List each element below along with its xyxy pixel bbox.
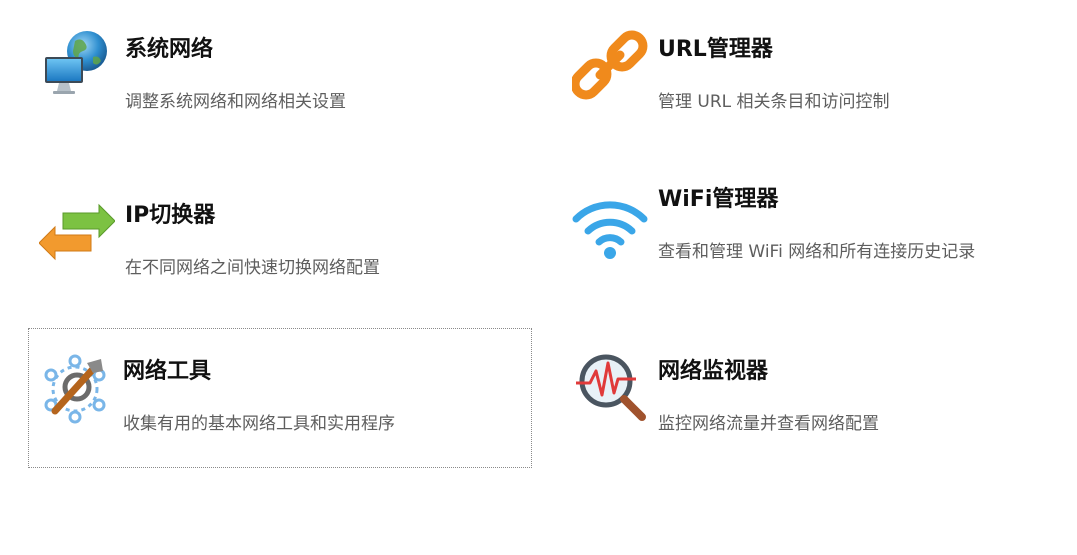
tile-title: 网络监视器 — [658, 359, 769, 384]
network-tools-icon — [37, 349, 113, 425]
wifi-icon — [572, 191, 648, 267]
tile-system-network[interactable]: 系统网络 调整系统网络和网络相关设置 — [30, 6, 534, 146]
tile-network-monitor[interactable]: 网络监视器 监控网络流量并查看网络配置 — [563, 328, 1067, 468]
tile-description: 管理 URL 相关条目和访问控制 — [658, 92, 890, 112]
network-tools-grid: 系统网络 调整系统网络和网络相关设置 URL管理器 管理 URL 相关条目和访问… — [0, 0, 1077, 555]
tile-description: 收集有用的基本网络工具和实用程序 — [123, 414, 395, 434]
tile-description: 调整系统网络和网络相关设置 — [125, 92, 346, 112]
tile-title: 系统网络 — [125, 37, 214, 62]
tile-title: URL管理器 — [658, 37, 773, 62]
globe-monitor-icon — [39, 27, 115, 103]
chain-link-icon — [572, 27, 648, 103]
tile-wifi-manager[interactable]: WiFi管理器 查看和管理 WiFi 网络和所有连接历史记录 — [563, 156, 1067, 296]
monitor-magnifier-icon — [572, 349, 648, 425]
tile-ip-switcher[interactable]: IP切换器 在不同网络之间快速切换网络配置 — [30, 172, 534, 312]
tile-description: 查看和管理 WiFi 网络和所有连接历史记录 — [658, 242, 976, 262]
tile-description: 在不同网络之间快速切换网络配置 — [125, 258, 380, 278]
tile-description: 监控网络流量并查看网络配置 — [658, 414, 879, 434]
swap-arrows-icon — [39, 193, 115, 269]
tile-url-manager[interactable]: URL管理器 管理 URL 相关条目和访问控制 — [563, 6, 1067, 146]
tile-network-tools[interactable]: 网络工具 收集有用的基本网络工具和实用程序 — [28, 328, 532, 468]
tile-title: IP切换器 — [125, 203, 216, 228]
tile-title: 网络工具 — [123, 359, 212, 384]
tile-title: WiFi管理器 — [658, 187, 779, 212]
